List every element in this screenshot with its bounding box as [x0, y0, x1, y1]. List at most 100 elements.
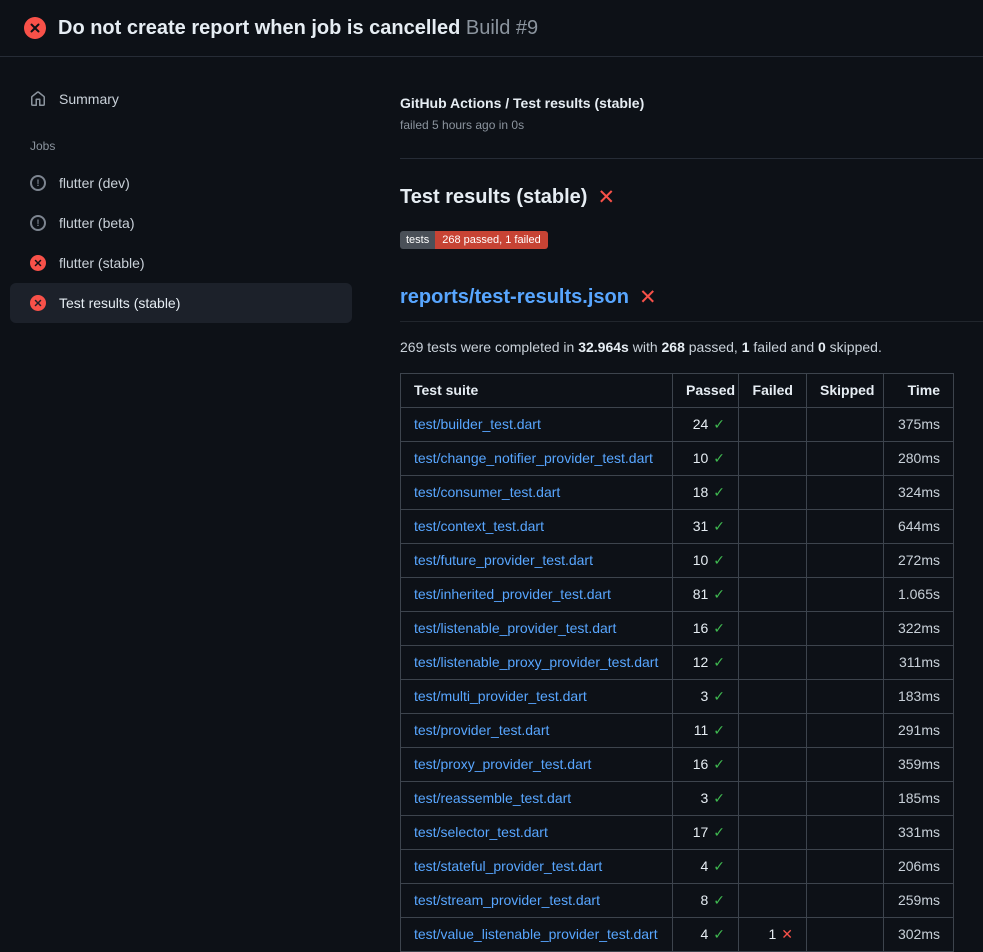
test-suite-cell: test/stream_provider_test.dart: [401, 884, 673, 918]
table-row: test/multi_provider_test.dart 3✓ ✕ 183ms: [401, 680, 954, 714]
failed-cell: ✕: [739, 748, 807, 782]
skipped-cell: [807, 748, 884, 782]
test-suite-link[interactable]: test/listenable_proxy_provider_test.dart: [414, 654, 658, 670]
test-suite-link[interactable]: test/provider_test.dart: [414, 722, 549, 738]
test-suite-link[interactable]: test/stream_provider_test.dart: [414, 892, 600, 908]
col-header-time: Time: [884, 374, 954, 408]
col-header-failed: Failed: [739, 374, 807, 408]
sidebar-summary-label: Summary: [59, 89, 119, 109]
summary-duration: 32.964s: [578, 339, 629, 355]
passed-cell: 16✓: [673, 612, 739, 646]
passed-cell: 18✓: [673, 476, 739, 510]
test-suite-link[interactable]: test/selector_test.dart: [414, 824, 548, 840]
failed-cell: ✕: [739, 680, 807, 714]
skipped-cell: [807, 918, 884, 952]
passed-count: 10: [693, 552, 709, 568]
test-suite-link[interactable]: test/multi_provider_test.dart: [414, 688, 587, 704]
results-table-body: test/builder_test.dart 24✓ ✕ 375ms test/…: [401, 408, 954, 952]
col-header-passed: Passed: [673, 374, 739, 408]
test-suite-link[interactable]: test/inherited_provider_test.dart: [414, 586, 611, 602]
table-row: test/selector_test.dart 17✓ ✕ 331ms: [401, 816, 954, 850]
sidebar-item-flutter-stable[interactable]: flutter (stable): [10, 243, 352, 283]
sidebar-item-summary[interactable]: Summary: [10, 79, 352, 119]
time-cell: 272ms: [884, 544, 954, 578]
time-cell: 331ms: [884, 816, 954, 850]
skipped-cell: [807, 476, 884, 510]
test-suite-link[interactable]: test/context_test.dart: [414, 518, 544, 534]
test-suite-link[interactable]: test/change_notifier_provider_test.dart: [414, 450, 653, 466]
time-cell: 1.065s: [884, 578, 954, 612]
neutral-status-icon: !: [30, 215, 46, 231]
check-icon: ✓: [713, 654, 725, 670]
table-row: test/provider_test.dart 11✓ ✕ 291ms: [401, 714, 954, 748]
passed-cell: 3✓: [673, 680, 739, 714]
divider: [400, 158, 983, 159]
failed-x-circle-icon: [30, 295, 46, 311]
test-suite-cell: test/reassemble_test.dart: [401, 782, 673, 816]
job-label: Test results (stable): [59, 293, 180, 313]
passed-count: 17: [693, 824, 709, 840]
passed-cell: 11✓: [673, 714, 739, 748]
test-suite-link[interactable]: test/stateful_provider_test.dart: [414, 858, 602, 874]
failed-x-circle-icon: [30, 255, 46, 271]
failed-cell: ✕: [739, 476, 807, 510]
test-suite-link[interactable]: test/reassemble_test.dart: [414, 790, 571, 806]
skipped-cell: [807, 408, 884, 442]
failed-cell: ✕: [739, 578, 807, 612]
test-suite-cell: test/selector_test.dart: [401, 816, 673, 850]
sidebar-item-flutter-dev[interactable]: ! flutter (dev): [10, 163, 352, 203]
time-cell: 359ms: [884, 748, 954, 782]
check-icon: ✓: [713, 518, 725, 534]
badge-label: tests: [400, 231, 435, 249]
tests-badge: tests 268 passed, 1 failed: [400, 231, 548, 249]
table-header-row: Test suite Passed Failed Skipped Time: [401, 374, 954, 408]
sidebar-item-flutter-beta[interactable]: ! flutter (beta): [10, 203, 352, 243]
test-suite-link[interactable]: test/future_provider_test.dart: [414, 552, 593, 568]
passed-cell: 17✓: [673, 816, 739, 850]
summary-skipped-count: 0: [818, 339, 826, 355]
report-file-heading: reports/test-results.json ✕: [400, 283, 983, 322]
check-icon: ✓: [713, 688, 725, 704]
check-icon: ✓: [713, 416, 725, 432]
check-icon: ✓: [713, 892, 725, 908]
table-row: test/stateful_provider_test.dart 4✓ ✕ 20…: [401, 850, 954, 884]
failed-cell: ✕: [739, 544, 807, 578]
passed-count: 10: [693, 450, 709, 466]
time-cell: 280ms: [884, 442, 954, 476]
table-row: test/inherited_provider_test.dart 81✓ ✕ …: [401, 578, 954, 612]
time-cell: 206ms: [884, 850, 954, 884]
check-run-content: GitHub Actions / Test results (stable) f…: [362, 57, 983, 952]
summary-text: passed,: [685, 339, 742, 355]
test-suite-cell: test/stateful_provider_test.dart: [401, 850, 673, 884]
test-suite-link[interactable]: test/consumer_test.dart: [414, 484, 560, 500]
table-row: test/future_provider_test.dart 10✓ ✕ 272…: [401, 544, 954, 578]
test-suite-link[interactable]: test/builder_test.dart: [414, 416, 541, 432]
test-suite-cell: test/consumer_test.dart: [401, 476, 673, 510]
test-suite-cell: test/value_listenable_provider_test.dart: [401, 918, 673, 952]
test-suite-link[interactable]: test/proxy_provider_test.dart: [414, 756, 591, 772]
check-title: Test results (stable) ✕: [400, 183, 983, 211]
run-status-text: failed 5 hours ago in 0s: [400, 118, 983, 132]
skipped-cell: [807, 714, 884, 748]
test-suite-link[interactable]: test/listenable_provider_test.dart: [414, 620, 616, 636]
table-row: test/listenable_provider_test.dart 16✓ ✕…: [401, 612, 954, 646]
test-suite-cell: test/change_notifier_provider_test.dart: [401, 442, 673, 476]
breadcrumb: GitHub Actions / Test results (stable): [400, 95, 983, 111]
check-title-text: Test results (stable): [400, 183, 587, 211]
passed-cell: 10✓: [673, 442, 739, 476]
time-cell: 644ms: [884, 510, 954, 544]
skipped-cell: [807, 442, 884, 476]
failed-x-icon: ✕: [639, 287, 657, 308]
passed-cell: 10✓: [673, 544, 739, 578]
sidebar-item-test-results-stable[interactable]: Test results (stable): [10, 283, 352, 323]
check-icon: ✓: [713, 858, 725, 874]
skipped-cell: [807, 816, 884, 850]
sidebar: Summary Jobs ! flutter (dev) ! flutter (…: [0, 57, 362, 323]
time-cell: 185ms: [884, 782, 954, 816]
test-suite-link[interactable]: test/value_listenable_provider_test.dart: [414, 926, 658, 942]
skipped-cell: [807, 544, 884, 578]
report-file-link[interactable]: reports/test-results.json: [400, 283, 629, 311]
passed-count: 11: [694, 722, 709, 738]
time-cell: 324ms: [884, 476, 954, 510]
test-summary-line: 269 tests were completed in 32.964s with…: [400, 339, 983, 355]
